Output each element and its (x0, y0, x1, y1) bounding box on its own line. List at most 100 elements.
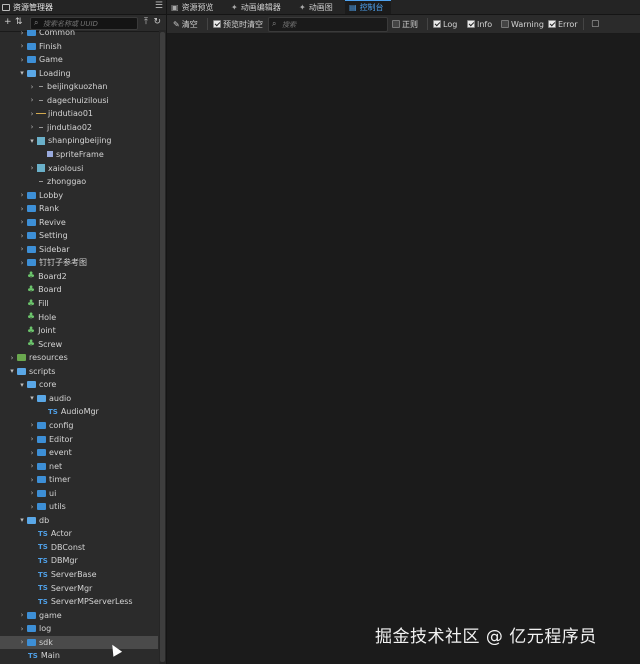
console-search-input[interactable] (282, 18, 382, 31)
tree-item[interactable]: › timer (0, 473, 158, 486)
open-log-file-button[interactable]: ▢ (591, 18, 600, 30)
tree-item[interactable]: › 钉钉子参考图 (0, 256, 158, 269)
asset-explorer-tab[interactable]: 资源管理器 (2, 1, 53, 13)
tree-item[interactable]: ›♣Fill (0, 297, 158, 310)
regex-toggle[interactable]: 正则 (392, 18, 418, 30)
tree-item[interactable]: › ui (0, 487, 158, 500)
tree-item[interactable]: › jindutiao01 (0, 107, 158, 120)
tree-item[interactable]: ›TSServerBase (0, 568, 158, 581)
tree-item[interactable]: › xaiolousi (0, 162, 158, 175)
collapse-all-icon[interactable]: ⤒ (144, 17, 148, 27)
tab-console[interactable]: ▤ 控制台 (345, 0, 391, 14)
chevron-right-icon[interactable]: › (28, 449, 36, 457)
chevron-right-icon[interactable]: › (18, 42, 26, 50)
regex-checkbox[interactable] (392, 20, 400, 28)
tree-item[interactable]: ▾ shanpingbeijing (0, 134, 158, 147)
tree-item[interactable]: › event (0, 446, 158, 459)
chevron-down-icon[interactable]: ▾ (8, 367, 16, 375)
chevron-down-icon[interactable]: ▾ (28, 394, 36, 402)
info-checkbox[interactable] (467, 20, 475, 28)
chevron-right-icon[interactable]: › (8, 354, 16, 362)
tree-item[interactable]: ▾ Loading (0, 67, 158, 80)
chevron-down-icon[interactable]: ▾ (18, 516, 26, 524)
log-filter-toggle[interactable]: Log (433, 18, 457, 30)
tree-item[interactable]: › sdk (0, 635, 158, 649)
sort-icon[interactable]: ⇅ (15, 17, 23, 27)
tree-item[interactable]: › net (0, 460, 158, 473)
panel-menu-icon[interactable]: ☰ (155, 2, 163, 11)
add-asset-icon[interactable]: + (4, 17, 12, 27)
tab-animation-graph[interactable]: ✦ 动画图 (299, 0, 345, 14)
chevron-right-icon[interactable]: › (18, 625, 26, 633)
tree-item[interactable]: ›♣Screw (0, 338, 158, 351)
warning-filter-toggle[interactable]: Warning (501, 18, 544, 30)
tree-item[interactable]: › jindutiao02 (0, 121, 158, 134)
tab-animation-editor[interactable]: ✦ 动画编辑器 (231, 0, 293, 14)
tree-item[interactable]: › Revive (0, 216, 158, 229)
chevron-right-icon[interactable]: › (18, 205, 26, 213)
tree-item[interactable]: ▾ scripts (0, 365, 158, 378)
chevron-right-icon[interactable]: › (28, 503, 36, 511)
tree-item[interactable]: ›♣Hole (0, 311, 158, 324)
chevron-right-icon[interactable]: › (18, 232, 26, 240)
tree-item[interactable]: › game (0, 609, 158, 622)
chevron-down-icon[interactable]: ▾ (18, 381, 26, 389)
tree-item[interactable]: ›zhonggao (0, 175, 158, 188)
tree-item[interactable]: ›TSServerMgr (0, 582, 158, 595)
chevron-right-icon[interactable]: › (28, 489, 36, 497)
chevron-down-icon[interactable]: ▾ (28, 137, 36, 145)
chevron-right-icon[interactable]: › (28, 435, 36, 443)
chevron-down-icon[interactable]: ▾ (18, 69, 26, 77)
asset-search-input[interactable] (43, 18, 133, 29)
tree-item[interactable]: ›TSServerMPServerLess (0, 595, 158, 608)
chevron-right-icon[interactable]: › (18, 259, 26, 267)
tree-item[interactable]: ›♣Joint (0, 324, 158, 337)
tree-item[interactable]: › dagechuizilousi (0, 94, 158, 107)
tree-item[interactable]: ▾ core (0, 378, 158, 391)
chevron-right-icon[interactable]: › (18, 56, 26, 64)
chevron-right-icon[interactable]: › (28, 110, 36, 118)
error-filter-toggle[interactable]: Error (548, 18, 578, 30)
tree-item[interactable]: ›♣Board2 (0, 270, 158, 283)
tree-item[interactable]: ›TSAudioMgr (0, 405, 158, 418)
warning-checkbox[interactable] (501, 20, 509, 28)
scrollbar-thumb[interactable] (160, 32, 165, 662)
log-checkbox[interactable] (433, 20, 441, 28)
tree-item[interactable]: › resources (0, 351, 158, 364)
tree-item[interactable]: ›TSMain (0, 649, 158, 662)
chevron-right-icon[interactable]: › (18, 638, 26, 646)
chevron-right-icon[interactable]: › (28, 476, 36, 484)
tree-item[interactable]: › Setting (0, 229, 158, 242)
tree-item[interactable]: ›♣Board (0, 283, 158, 296)
clear-button[interactable]: ✎ 清空 (173, 18, 198, 30)
tree-item[interactable]: › Game (0, 53, 158, 66)
tree-item[interactable]: › Lobby (0, 189, 158, 202)
tree-item[interactable]: ▾ db (0, 514, 158, 527)
asset-tree-scrollbar[interactable] (159, 30, 166, 664)
tree-item[interactable]: › Common (0, 30, 158, 39)
tree-item[interactable]: › beijingkuozhan (0, 80, 158, 93)
tree-item[interactable]: › log (0, 622, 158, 635)
chevron-right-icon[interactable]: › (18, 30, 26, 37)
tree-item[interactable]: ›TSDBMgr (0, 554, 158, 567)
info-filter-toggle[interactable]: Info (467, 18, 492, 30)
tree-item[interactable]: › Rank (0, 202, 158, 215)
tree-item[interactable]: ›TSActor (0, 527, 158, 540)
tree-item[interactable]: ▾ audio (0, 392, 158, 405)
chevron-right-icon[interactable]: › (18, 218, 26, 226)
chevron-right-icon[interactable]: › (18, 611, 26, 619)
tree-item[interactable]: › Editor (0, 433, 158, 446)
clear-on-preview-toggle[interactable]: 预览时清空 (213, 18, 263, 30)
tree-item[interactable]: › Sidebar (0, 243, 158, 256)
chevron-right-icon[interactable]: › (28, 462, 36, 470)
clear-on-preview-checkbox[interactable] (213, 20, 221, 28)
chevron-right-icon[interactable]: › (18, 245, 26, 253)
chevron-right-icon[interactable]: › (28, 164, 36, 172)
tree-item[interactable]: ›TSDBConst (0, 541, 158, 554)
tree-item[interactable]: › utils (0, 500, 158, 513)
chevron-right-icon[interactable]: › (28, 123, 36, 131)
tree-item[interactable]: › config (0, 419, 158, 432)
error-checkbox[interactable] (548, 20, 556, 28)
chevron-right-icon[interactable]: › (28, 96, 36, 104)
chevron-right-icon[interactable]: › (28, 83, 36, 91)
